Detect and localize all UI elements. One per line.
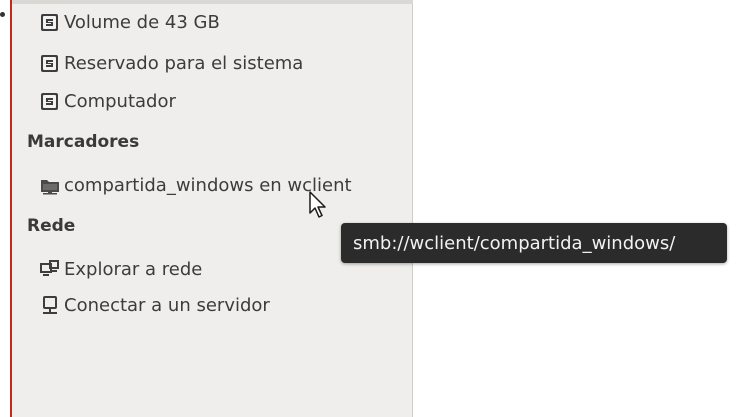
sidebar-item-label: Conectar a un servidor: [64, 294, 270, 316]
drive-icon: [39, 53, 60, 74]
server-icon: [39, 295, 60, 316]
drive-icon: [39, 91, 60, 112]
sidebar-item-computador[interactable]: Computador: [39, 91, 176, 112]
mouse-pointer-icon: [309, 191, 326, 218]
tooltip: smb://wclient/compartida_windows/: [341, 223, 727, 263]
section-header-rede: Rede: [27, 216, 76, 236]
network-icon: [39, 259, 60, 280]
list-bullet: [0, 12, 5, 17]
sidebar-item-volume-43gb[interactable]: Volume de 43 GB: [39, 12, 220, 33]
sidebar-item-label: Explorar a rede: [64, 258, 203, 280]
tooltip-text: smb://wclient/compartida_windows/: [353, 232, 676, 254]
sidebar-item-explorar-rede[interactable]: Explorar a rede: [39, 259, 202, 280]
sidebar-item-compartida-windows[interactable]: compartida_windows en wclient: [39, 175, 352, 196]
network-share-icon: [39, 175, 60, 196]
sidebar-item-reservado-sistema[interactable]: Reservado para el sistema: [39, 53, 303, 74]
sidebar-item-label: Reservado para el sistema: [64, 52, 304, 74]
sidebar-item-conectar-servidor[interactable]: Conectar a un servidor: [39, 295, 270, 316]
section-header-marcadores: Marcadores: [27, 132, 140, 152]
sidebar-item-label: Volume de 43 GB: [64, 11, 220, 33]
drive-icon: [39, 12, 60, 33]
sidebar-top-edge: [12, 0, 413, 4]
sidebar-item-label: Computador: [64, 90, 176, 112]
